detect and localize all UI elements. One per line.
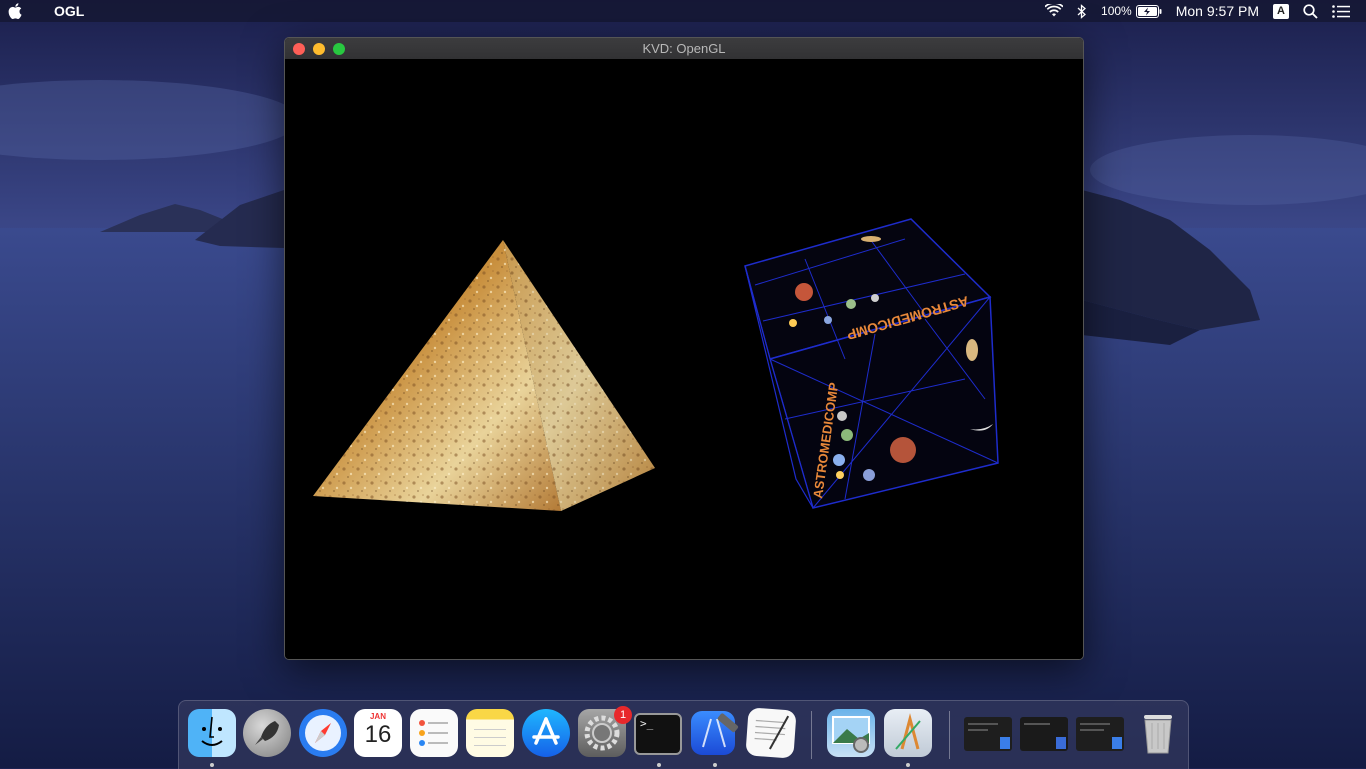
- safari-icon[interactable]: [299, 709, 347, 757]
- dock-separator-2: [949, 711, 950, 759]
- terminal-running-dot: [657, 763, 661, 767]
- menu-clock[interactable]: Mon 9:57 PM: [1176, 3, 1259, 19]
- window-titlebar[interactable]: KVD: OpenGL: [285, 38, 1083, 60]
- calendar-icon[interactable]: JAN 16: [354, 709, 402, 757]
- update-badge: 1: [614, 706, 632, 724]
- planet-mars-icon: [795, 283, 813, 301]
- xcode-icon[interactable]: [691, 711, 739, 755]
- xcode-running-dot: [713, 763, 717, 767]
- apple-menu-icon[interactable]: [8, 3, 48, 19]
- terminal-icon[interactable]: >_: [634, 713, 682, 755]
- menu-bar: OGL 100% Mon 9:57 PM A: [0, 0, 1366, 22]
- notification-center-icon[interactable]: [1332, 4, 1350, 18]
- terminal-prompt: >_: [640, 717, 654, 730]
- spotlight-search-icon[interactable]: [1303, 3, 1318, 19]
- reminders-icon[interactable]: [410, 709, 458, 757]
- astro-textured-cube: ASTROMEDICOMP ASTROMEDICOMP: [744, 218, 999, 509]
- battery-charging-icon[interactable]: [1135, 4, 1162, 18]
- system-preferences-icon[interactable]: 1: [578, 706, 632, 757]
- preview-icon[interactable]: [827, 709, 875, 757]
- app-store-icon[interactable]: [522, 709, 570, 757]
- textured-pyramid: [313, 240, 655, 511]
- applications-folder-icon[interactable]: [884, 709, 932, 757]
- finder-running-dot: [210, 763, 214, 767]
- launchpad-icon[interactable]: [243, 709, 291, 757]
- wifi-icon[interactable]: [1045, 4, 1064, 18]
- input-source-icon[interactable]: A: [1273, 3, 1289, 19]
- battery-percentage: 100%: [1101, 4, 1132, 18]
- trash-icon[interactable]: [1134, 709, 1182, 757]
- calendar-day: 16: [364, 721, 392, 748]
- minimized-window-3[interactable]: [1076, 717, 1124, 751]
- textedit-icon[interactable]: [745, 707, 797, 759]
- app-running-dot: [906, 763, 910, 767]
- window-title: KVD: OpenGL: [642, 41, 726, 56]
- opengl-window: KVD: OpenGL ASTROMEDICOMP ASTROMEDICOMP: [284, 37, 1084, 660]
- finder-icon[interactable]: [188, 709, 236, 757]
- bluetooth-icon[interactable]: [1077, 3, 1087, 19]
- opengl-canvas[interactable]: ASTROMEDICOMP ASTROMEDICOMP: [285, 59, 1083, 659]
- dock: JAN 16 1 >_: [178, 700, 1189, 769]
- app-name-menu[interactable]: OGL: [54, 3, 84, 19]
- dock-separator: [811, 711, 812, 759]
- notes-icon[interactable]: [466, 709, 514, 757]
- minimized-window-1[interactable]: [964, 717, 1012, 751]
- calendar-month: JAN: [369, 712, 386, 721]
- minimized-window-2[interactable]: [1020, 717, 1068, 751]
